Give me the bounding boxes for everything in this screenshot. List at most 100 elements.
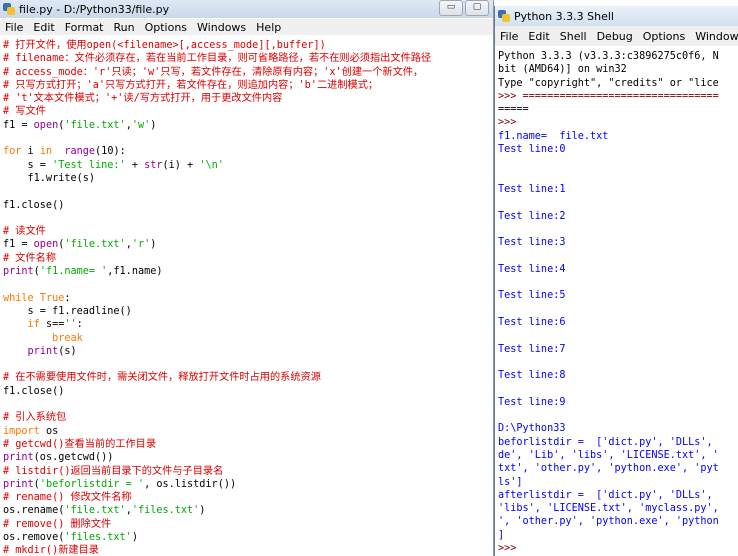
code-comment: # 读文件 (3, 226, 46, 238)
editor-window: file.py - D:/Python33/file.py ▭ ▢ File E… (0, 0, 493, 556)
menu-windows[interactable]: Windows (690, 30, 738, 43)
shell-banner-line: ===== (498, 104, 529, 116)
shell-output[interactable]: Python 3.3.3 (v3.3.3:c3896275c0f6, N bit … (495, 46, 738, 555)
minimize-button[interactable]: ▭ (439, 0, 463, 16)
code-line: print('f1.name= ',f1.name) (3, 265, 493, 278)
shell-prompt-line: >>> ================================ (498, 90, 719, 102)
menu-help[interactable]: Help (251, 21, 286, 34)
code-text: i (21, 146, 40, 158)
shell-titlebar[interactable]: Python 3.3.3 Shell (495, 6, 738, 26)
code-keyword: True (39, 292, 65, 304)
code-text: ) (150, 239, 157, 251)
code-line: f1 = open('file.txt','r') (3, 238, 493, 251)
code-text: (os.getcwd()) (33, 452, 114, 464)
shell-output-line: Test line:2 (498, 210, 566, 222)
code-line: # access_mode：'r'只读；'w'只写，若文件存在，清除原有内容；'… (3, 66, 493, 79)
code-comment: # 文件名称 (3, 252, 57, 264)
python-icon (3, 3, 15, 15)
menu-format[interactable]: Format (60, 21, 109, 34)
code-line: import os (3, 425, 493, 438)
code-line: # 写文件 (3, 105, 493, 118)
code-keyword: in (39, 146, 53, 158)
code-text: (i) + (162, 159, 200, 171)
code-text: (s) (58, 345, 77, 357)
code-text: f1.close() (3, 385, 65, 397)
shell-output-line: beforlistdir = ['dict.py', 'DLLs', (498, 436, 713, 448)
shell-output-line: Test line:3 (498, 237, 566, 249)
editor-menubar: File Edit Format Run Options Windows Hel… (0, 19, 493, 35)
shell-output-line: Test line:7 (498, 343, 566, 355)
code-builtin: print (3, 266, 34, 278)
shell-output-line: Test line:9 (498, 396, 566, 408)
code-text: ) (199, 505, 206, 517)
code-text: f1 = (3, 119, 34, 131)
code-text: : (64, 292, 71, 304)
menu-debug[interactable]: Debug (592, 30, 638, 43)
code-line: # 只写方式打开；'a'只写方式打开，若文件存在，则追加内容；'b'二进制模式； (3, 79, 493, 92)
code-string: 'files.txt' (64, 531, 132, 543)
code-comment: # access_mode：'r'只读；'w'只写，若文件存在，清除原有内容；'… (3, 66, 424, 78)
code-line: # 引入系统包 (3, 411, 493, 424)
code-text: ) (131, 531, 138, 543)
code-line: # 在不需要使用文件时，需关闭文件，释放打开文件时占用的系统资源 (3, 371, 493, 384)
code-line: # rename() 修改文件名称 (3, 491, 493, 504)
code-text: + (125, 159, 145, 171)
code-line: # mkdir()新建目录 (3, 544, 493, 556)
code-line: # 文件名称 (3, 252, 493, 265)
code-text: (10): (95, 146, 126, 158)
code-builtin: range (64, 146, 96, 158)
shell-empty-line (498, 409, 738, 422)
menu-shell[interactable]: Shell (555, 30, 592, 43)
menu-options[interactable]: Options (638, 30, 690, 43)
code-comment: # remove() 删除文件 (3, 518, 112, 530)
shell-banner-line: Type "copyright", "credits" or "lice (498, 77, 719, 89)
shell-window: Python 3.3.3 Shell File Edit Shell Debug… (494, 6, 738, 556)
code-line: while True: (3, 292, 493, 305)
code-line: os.remove('files.txt') (3, 531, 493, 544)
code-string: 'file.txt' (64, 505, 126, 517)
code-line: break (3, 332, 493, 345)
shell-output-line: txt', 'other.py', 'python.exe', 'pyt (498, 463, 719, 475)
code-line: s = f1.readline() (3, 305, 493, 318)
menu-run[interactable]: Run (109, 21, 140, 34)
shell-empty-line (498, 329, 738, 342)
menu-file[interactable]: File (495, 30, 523, 43)
code-text: s = f1.readline() (3, 305, 132, 317)
code-string: 'file.txt' (64, 119, 126, 131)
menu-file[interactable]: File (0, 21, 28, 34)
code-string: '' (64, 319, 77, 331)
code-keyword: break (52, 332, 83, 344)
code-line: for i in range(10): (3, 145, 493, 158)
code-editor[interactable]: # 打开文件，使用open(<filename>[,access_mode][,… (0, 35, 493, 556)
code-text: os (39, 425, 59, 437)
shell-output-line: ', 'other.py', 'python.exe', 'python (498, 516, 719, 528)
shell-output-line: afterlistdir = ['dict.py', 'DLLs', (498, 489, 713, 501)
code-text: ) (150, 119, 157, 131)
menu-edit[interactable]: Edit (28, 21, 59, 34)
code-line: # 't'文本文件模式；'+'读/写方式打开，用于更改文件内容 (3, 92, 493, 105)
menu-edit[interactable]: Edit (523, 30, 554, 43)
shell-empty-line (498, 249, 738, 262)
code-string: 'files.txt' (131, 505, 200, 517)
menu-options[interactable]: Options (140, 21, 192, 34)
code-line: # listdir()返回当前目录下的文件与子目录名 (3, 465, 493, 478)
menu-windows[interactable]: Windows (192, 21, 251, 34)
shell-output-line: de', 'Lib', 'libs', 'LICENSE.txt', ' (498, 449, 719, 461)
maximize-button[interactable]: ▢ (465, 0, 489, 16)
code-text: s== (39, 319, 65, 331)
code-builtin: str (144, 159, 163, 171)
editor-window-controls: ▭ ▢ (439, 0, 489, 16)
code-text: ,f1.name) (107, 266, 163, 278)
code-string: 'w' (131, 119, 151, 131)
code-line: # remove() 删除文件 (3, 518, 493, 531)
shell-empty-line (498, 382, 738, 395)
editor-titlebar[interactable]: file.py - D:/Python33/file.py ▭ ▢ (0, 0, 493, 18)
shell-prompt-line: >>> (498, 117, 517, 129)
shell-output-line: Test line:8 (498, 370, 566, 382)
code-string: 'r' (131, 239, 151, 251)
